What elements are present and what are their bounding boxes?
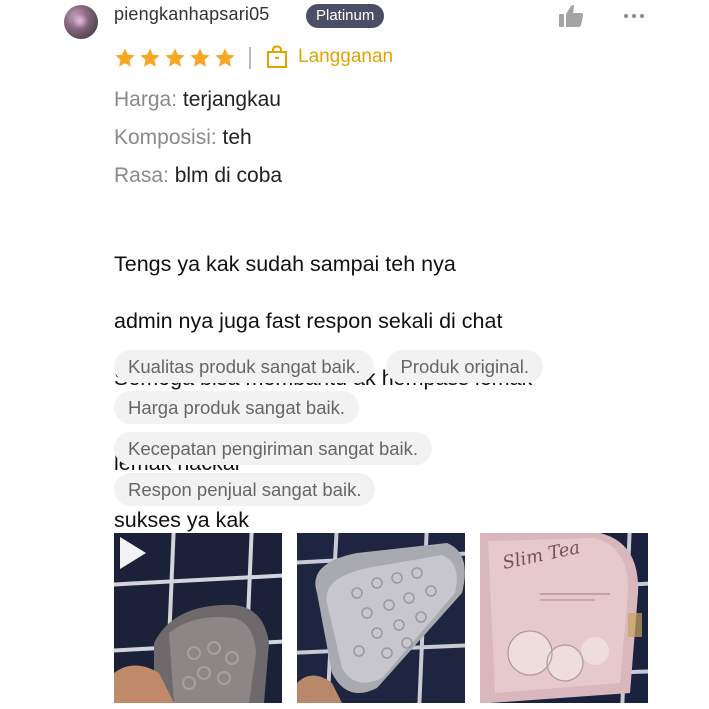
review-photo-slim-tea-box[interactable]: Slim Tea [480, 533, 648, 703]
avatar[interactable] [64, 5, 98, 39]
shopping-bag-icon [267, 45, 287, 68]
attribute-label: Komposisi: [114, 126, 217, 149]
chip-seller-response: Respon penjual sangat baik. [114, 473, 376, 506]
star-icon [115, 48, 135, 67]
membership-badge: Platinum [306, 4, 385, 28]
attribute-label: Rasa: [114, 164, 169, 187]
review-photo-bubble-wrap[interactable] [297, 533, 465, 703]
attribute-composition: Komposisi: teh [114, 126, 252, 150]
chip-shipping: Kecepatan pengiriman sangat baik. [114, 432, 433, 465]
attribute-taste: Rasa: blm di coba [114, 164, 282, 188]
subscription-label: Langganan [298, 46, 394, 67]
rating-divider [249, 47, 251, 69]
play-icon[interactable] [114, 533, 150, 573]
chip-original: Produk original. [386, 350, 543, 383]
star-rating [114, 47, 236, 69]
star-icon [140, 48, 160, 67]
review-line: Tengs ya kak sudah sampai teh nya [114, 251, 456, 276]
star-icon [215, 48, 235, 67]
attribute-value: terjangkau [182, 88, 281, 111]
star-icon [190, 48, 210, 67]
attribute-value: teh [222, 126, 252, 149]
star-icon [165, 48, 185, 67]
review-line: admin nya juga fast respon sekali di cha… [114, 308, 503, 333]
review-video-thumbnail[interactable] [114, 533, 282, 703]
more-dots-icon[interactable] [622, 6, 646, 26]
review-chips: Kualitas produk sangat baik. Produk orig… [114, 350, 674, 514]
attribute-value: blm di coba [174, 164, 283, 187]
chip-quality: Kualitas produk sangat baik. [114, 350, 375, 383]
chip-price: Harga produk sangat baik. [114, 391, 359, 424]
thumbs-up-icon[interactable] [558, 4, 584, 28]
username[interactable]: piengkanhapsari05 [114, 4, 270, 25]
attribute-price: Harga: terjangkau [114, 88, 281, 112]
attribute-label: Harga: [114, 88, 178, 111]
bubble-wrap-image [297, 533, 465, 703]
